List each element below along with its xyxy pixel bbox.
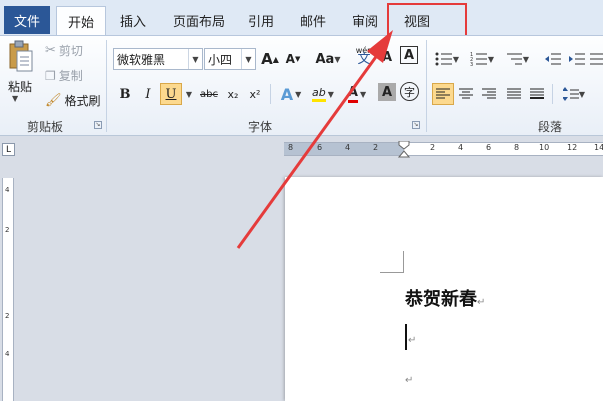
annotation-arrow	[236, 30, 393, 249]
